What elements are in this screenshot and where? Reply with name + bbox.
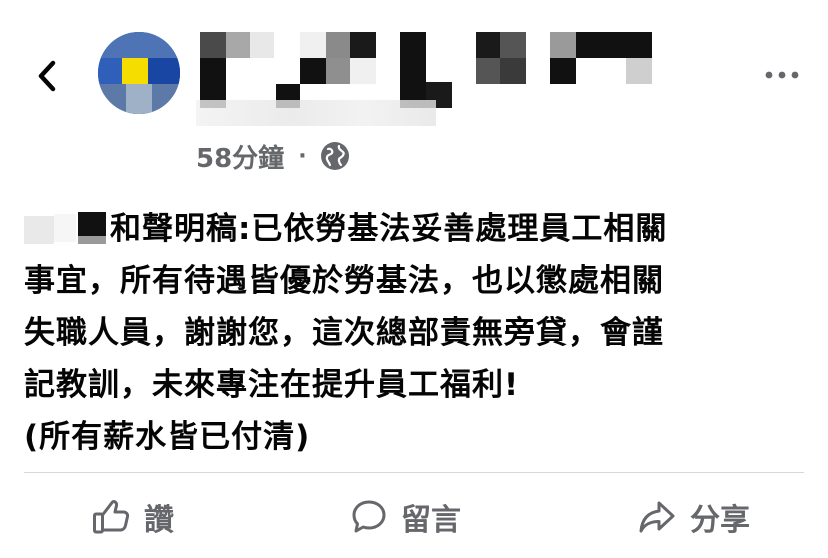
back-button[interactable]: [30, 56, 64, 96]
globe-icon[interactable]: [319, 140, 351, 172]
thumbs-up-icon: [93, 500, 130, 534]
comment-button[interactable]: 留言: [351, 495, 461, 539]
share-button[interactable]: 分享: [638, 495, 750, 539]
meta-separator: ·: [298, 143, 307, 169]
more-options-button[interactable]: [760, 60, 804, 90]
comment-label: 留言: [401, 503, 461, 538]
actions-divider: [24, 472, 804, 473]
chevron-left-icon: [38, 60, 56, 92]
more-horizontal-icon: [765, 71, 799, 79]
post-actions-bar: 讚 留言 分享: [24, 482, 804, 552]
redacted-text: [24, 212, 108, 244]
post-line-1-text: 和聲明稿:已依勞基法妥善處理員工相關: [110, 211, 668, 247]
post-line-2: 事宜，所有待遇皆優於勞基法，也以懲處相關: [24, 263, 664, 299]
like-label: 讚: [144, 503, 174, 538]
post-timestamp[interactable]: 58分鐘: [196, 138, 284, 175]
like-button[interactable]: 讚: [92, 495, 174, 539]
post-line-3: 失職人員，謝謝您，這次總部責無旁貸，會謹: [24, 315, 664, 351]
share-arrow-icon: [639, 501, 675, 533]
page-subtitle-redacted: [196, 100, 436, 126]
post-meta: 58分鐘 ·: [196, 136, 351, 176]
avatar[interactable]: [98, 32, 180, 114]
comment-bubble-icon: [352, 500, 386, 533]
post-line-5: (所有薪水皆已付清): [24, 419, 311, 455]
post-body: 和聲明稿:已依勞基法妥善處理員工相關 事宜，所有待遇皆優於勞基法，也以懲處相關 …: [24, 203, 814, 463]
share-label: 分享: [690, 503, 750, 538]
post-line-1: 和聲明稿:已依勞基法妥善處理員工相關: [24, 203, 814, 255]
post-line-4: 記教訓，未來專注在提升員工福利!: [24, 367, 520, 403]
